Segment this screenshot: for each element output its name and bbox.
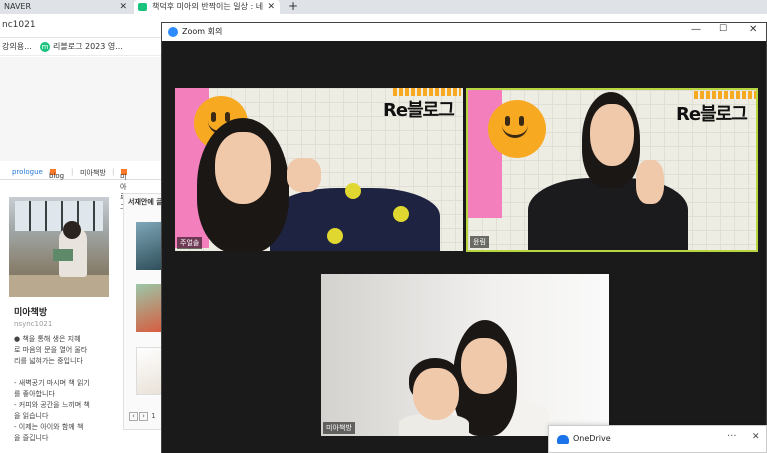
pager-page: 1	[151, 412, 156, 420]
bookmark-label: 리블로그 2023 영...	[53, 42, 123, 51]
profile-photo[interactable]	[9, 197, 109, 297]
close-button[interactable]: ✕	[749, 24, 757, 35]
stripe-decoration	[694, 91, 756, 99]
notification-label: OneDrive	[573, 434, 611, 443]
nav-separator: |	[112, 168, 115, 176]
participant-video[interactable]: Re블로그 주얼솔	[175, 88, 463, 251]
window-title: Zoom 회의	[182, 27, 223, 36]
bookmark-item[interactable]: m 리블로그 2023 영...	[40, 41, 123, 52]
books-panel-title: 서재안에 글	[128, 198, 163, 206]
new-tab-icon[interactable]: +	[288, 0, 298, 13]
brand-label: Re블로그	[383, 100, 455, 121]
maximize-button[interactable]: ☐	[719, 24, 727, 34]
tab-naver[interactable]: NAVER ✕	[0, 0, 132, 14]
participant-name: 주얼솔	[177, 237, 203, 249]
onedrive-notification[interactable]: OneDrive ··· ✕	[548, 425, 767, 453]
books-pager: ‹ › 1	[129, 412, 156, 421]
close-icon[interactable]: ✕	[119, 0, 127, 14]
pager-next-button[interactable]: ›	[139, 412, 148, 421]
smiley-icon	[488, 100, 546, 158]
bookmark-item[interactable]: 강의용...	[2, 41, 32, 52]
video-gallery: Re블로그 주얼솔 Re블로그 윤림 미아책방	[162, 41, 766, 453]
minimize-button[interactable]: —	[691, 24, 701, 35]
tab-label: NAVER	[4, 2, 32, 11]
profile-id: nsync1021	[14, 320, 53, 328]
zoom-logo-icon	[168, 27, 178, 37]
close-button[interactable]: ✕	[752, 432, 760, 442]
nav-prologue[interactable]: prologue	[12, 168, 43, 176]
tab-label: 책덕후 미아의 반짝이는 일상 : 네	[152, 2, 264, 11]
nav-miachaekbang[interactable]: 미아책방	[80, 168, 106, 178]
participant-video[interactable]: 미아책방	[321, 274, 609, 436]
pager-prev-button[interactable]: ‹	[129, 412, 138, 421]
nav-separator: |	[71, 168, 74, 176]
nav-blog-label: blog	[49, 172, 65, 180]
more-options-button[interactable]: ···	[727, 431, 737, 442]
blog-header-banner	[0, 57, 165, 161]
participant-name: 미아책방	[323, 422, 355, 434]
participant-name: 윤림	[470, 236, 489, 248]
blog-nav: prologue blog | 미아책방 | 미아로그	[0, 164, 165, 211]
participant-video-active[interactable]: Re블로그 윤림	[466, 88, 758, 252]
onedrive-cloud-icon	[557, 435, 569, 444]
blog-favicon-icon	[138, 3, 147, 11]
zoom-titlebar: Zoom 회의 — ☐ ✕	[162, 23, 766, 41]
nav-blog[interactable]: blog	[49, 168, 64, 180]
brand-label: Re블로그	[676, 104, 748, 125]
tab-blog[interactable]: 책덕후 미아의 반짝이는 일상 : 네 ✕	[134, 0, 280, 14]
nav-mialog[interactable]: 미아로그	[120, 168, 127, 211]
tab-bar: NAVER ✕ 책덕후 미아의 반짝이는 일상 : 네 ✕ +	[0, 0, 767, 14]
stripe-decoration	[393, 88, 461, 96]
profile-description: ● 책을 통해 생은 지혜 로 마음의 문을 열어 울타 리를 넓혀가는 중입니…	[14, 335, 90, 442]
zoom-window: Zoom 회의 — ☐ ✕ Re블로그 주얼솔 Re블로그 윤림 미아책방	[161, 22, 767, 453]
address-text[interactable]: nc1021	[2, 20, 36, 30]
bookmark-favicon-icon: m	[40, 41, 50, 52]
profile-name[interactable]: 미아책방	[14, 305, 47, 318]
close-icon[interactable]: ✕	[267, 0, 275, 14]
